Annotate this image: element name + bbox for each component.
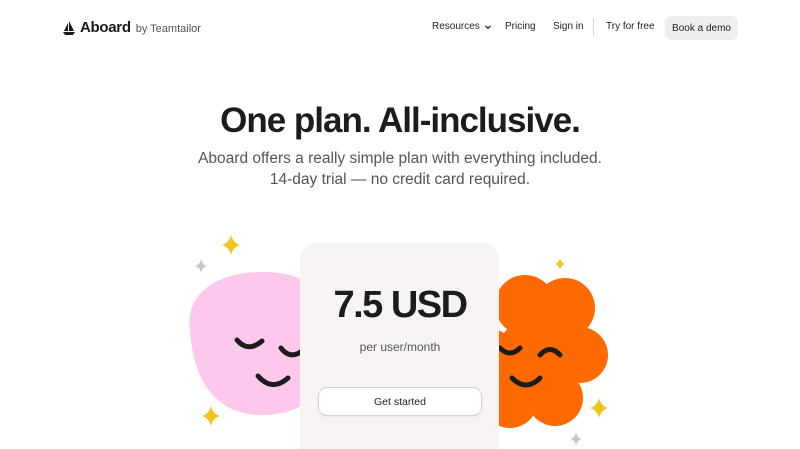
get-started-button[interactable]: Get started [318, 387, 482, 416]
sparkle-icon [570, 432, 582, 446]
sparkle-icon [202, 406, 220, 426]
plan-price: 7.5 USD [333, 284, 468, 326]
plan-period: per user/month [359, 340, 441, 354]
sparkle-icon [195, 259, 207, 273]
sparkle-icon [555, 258, 565, 270]
sparkle-icon [222, 235, 240, 255]
sparkle-icon [590, 398, 608, 418]
